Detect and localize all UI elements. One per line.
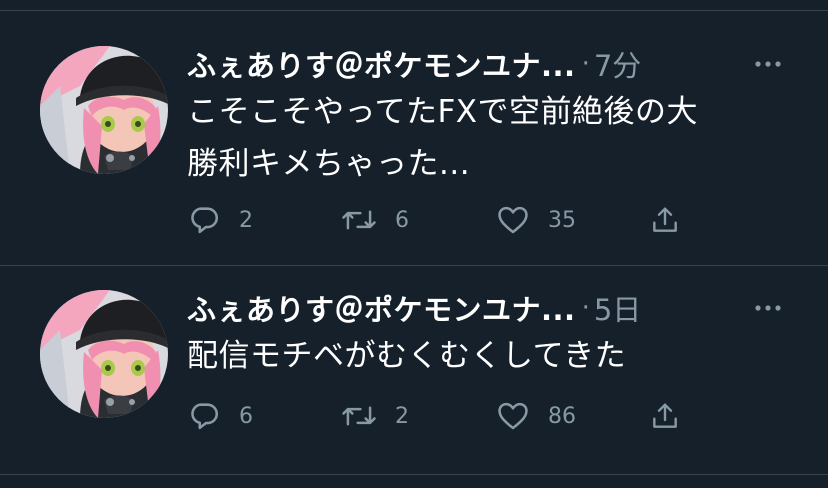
retweet-button[interactable]: 2 [341, 396, 409, 436]
avatar-image [40, 290, 168, 418]
retweet-button[interactable]: 6 [341, 200, 409, 240]
tweet-header: ふぇありす＠ポケモンユナ... · 5日 [187, 286, 641, 330]
header-separator: · [581, 293, 590, 323]
heart-icon [498, 402, 528, 430]
share-icon [653, 403, 677, 428]
tweet-text: こそこそやってたFXで空前絶後の大 勝利キメちゃった... [187, 86, 797, 190]
share-button[interactable] [649, 200, 681, 240]
like-count: 86 [548, 403, 576, 429]
reply-button[interactable]: 6 [187, 396, 253, 436]
like-button[interactable]: 86 [496, 396, 576, 436]
tweet-header: ふぇありす＠ポケモンユナ... · 7分 [187, 42, 641, 86]
header-separator: · [581, 49, 590, 79]
avatar[interactable] [40, 290, 168, 418]
tweet-timestamp[interactable]: 7分 [594, 43, 641, 85]
reply-icon [191, 207, 219, 234]
reply-button[interactable]: 2 [187, 200, 253, 240]
tweet-actions: 6 2 86 [187, 396, 707, 436]
avatar-image [40, 46, 168, 174]
reply-count: 2 [239, 207, 253, 233]
retweet-count: 6 [395, 207, 409, 233]
avatar[interactable] [40, 46, 168, 174]
more-icon[interactable] [752, 50, 784, 78]
retweet-icon [342, 210, 376, 230]
heart-icon [498, 206, 528, 234]
tweet-actions: 2 6 35 [187, 200, 707, 240]
tweet-timestamp[interactable]: 5日 [594, 287, 641, 329]
reply-icon [191, 403, 219, 430]
tweet-text-line: 配信モチベがむくむくしてきた [187, 338, 627, 374]
retweet-icon [342, 406, 376, 426]
retweet-count: 2 [395, 403, 409, 429]
more-icon[interactable] [752, 294, 784, 322]
share-button[interactable] [649, 396, 681, 436]
top-divider [0, 10, 828, 11]
share-icon [653, 207, 677, 232]
tweet-text: 配信モチベがむくむくしてきた [187, 330, 797, 382]
tweet-divider [0, 265, 828, 266]
display-name[interactable]: ふぇありす＠ポケモンユナ... [187, 287, 576, 329]
reply-count: 6 [239, 403, 253, 429]
like-button[interactable]: 35 [496, 200, 576, 240]
like-count: 35 [548, 207, 576, 233]
tweet-text-line: こそこそやってたFXで空前絶後の大 [187, 94, 699, 130]
bottom-divider [0, 474, 828, 475]
tweet-text-line: 勝利キメちゃった... [187, 146, 471, 182]
display-name[interactable]: ふぇありす＠ポケモンユナ... [187, 43, 576, 85]
